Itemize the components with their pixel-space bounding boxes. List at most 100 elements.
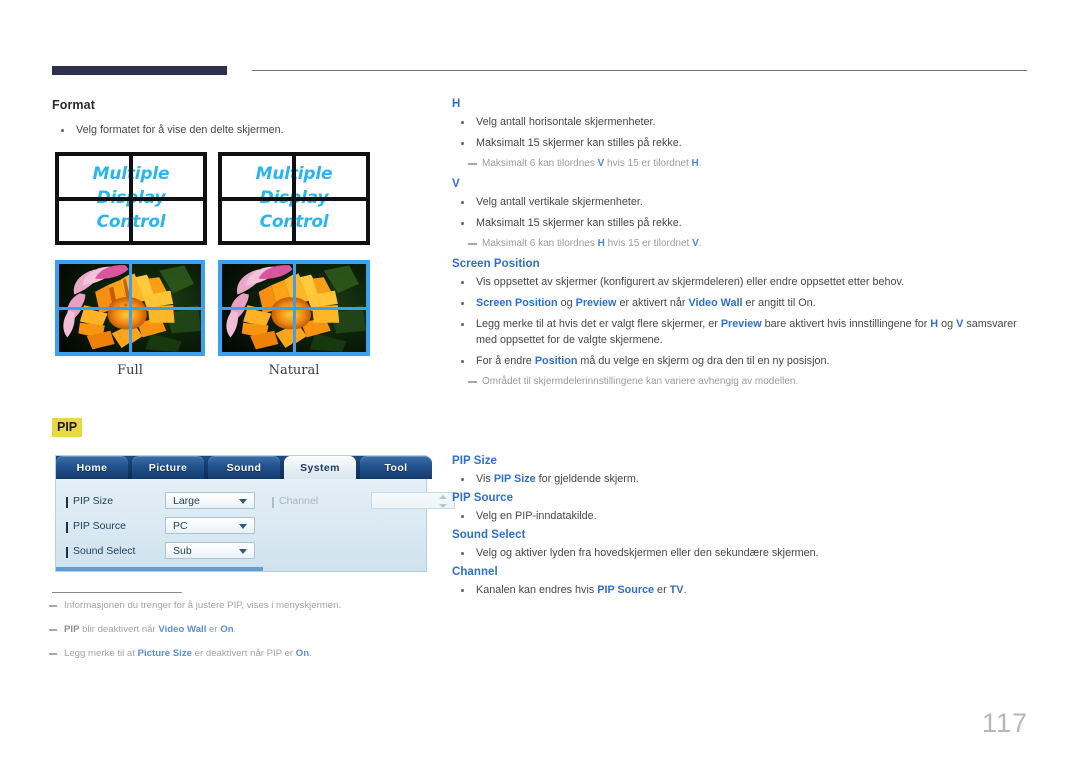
subsection-heading: Channel [452, 566, 498, 578]
chevron-up-icon [439, 495, 447, 499]
term-highlight: On [220, 624, 234, 635]
footnote-list: Informasjonen du trenger for å justere P… [44, 599, 444, 671]
note-line: Området til skjermdelerinnstillingene ka… [452, 374, 1030, 389]
osd-tab-home[interactable]: Home [56, 456, 128, 479]
header-rule [52, 66, 1027, 75]
osd-row-pip-source: PIP Source PC [66, 513, 262, 538]
osd-tab-picture[interactable]: Picture [132, 456, 204, 479]
term-highlight: Preview [575, 297, 617, 309]
pip-section-badge: PIP [52, 418, 83, 437]
osd-value-pip-size: Large [173, 494, 200, 507]
preview-photo-full [55, 260, 205, 356]
photo-cell [222, 309, 293, 352]
preview-photo-natural [218, 260, 370, 356]
subsection-heading: PIP Size [452, 455, 497, 467]
term-highlight: H [597, 238, 605, 249]
osd-tab-sound[interactable]: Sound [208, 456, 280, 479]
page-number: 117 [981, 708, 1028, 738]
right-column-upper: H Velg antall horisontale skjermenheter. M… [452, 98, 1030, 396]
flower-art [59, 309, 129, 352]
flower-art [131, 309, 201, 352]
term-highlight: H [930, 318, 939, 330]
bullet-item: Velg en PIP-inndatakilde. [452, 508, 1030, 524]
osd-value-sound-select: Sub [173, 544, 192, 557]
flower-art [222, 309, 293, 352]
osd-label-pip-source: PIP Source [66, 520, 165, 533]
osd-tab-system[interactable]: System [284, 456, 356, 479]
right-column-lower: PIP Size Vis PIP Size for gjeldende skjer… [452, 455, 1030, 603]
osd-row-channel: Channel [272, 488, 455, 513]
photo-cell [131, 309, 201, 352]
photo-cell [295, 309, 366, 352]
footnote-separator [52, 592, 182, 593]
header-color-block [52, 66, 227, 75]
footnote-item: Legg merke til at Picture Size er deakti… [44, 647, 444, 661]
subsection-heading: PIP Source [452, 492, 514, 504]
note-line: Maksimalt 6 kan tilordnes V hvis 15 er t… [452, 156, 1030, 171]
video-wall-diagram: MultipleDisplayControl MultipleDisplayCo… [52, 150, 442, 395]
flower-art [59, 264, 129, 307]
chevron-down-icon [239, 549, 247, 554]
flower-art [131, 264, 201, 307]
bullet-item: Velg antall horisontale skjermenheter. [452, 114, 1030, 130]
term-highlight: PIP Size [493, 473, 536, 485]
osd-right-pane: Channel [262, 479, 455, 571]
bullet-item: Legg merke til at hvis det er valgt fler… [452, 316, 1030, 348]
osd-select-sound-select[interactable]: Sub [165, 542, 255, 559]
wall-divider-horizontal [59, 196, 203, 201]
emphasis: PIP [64, 624, 80, 635]
osd-select-pip-size[interactable]: Large [165, 492, 255, 509]
term-highlight: On [295, 648, 310, 659]
term-highlight: V [597, 158, 605, 169]
photo-cell [59, 309, 129, 352]
bullet-item: Screen Position og Preview er aktivert n… [452, 295, 1030, 311]
footnote-item: Informasjonen du trenger for å justere P… [44, 599, 444, 613]
wall-box-full: MultipleDisplayControl [55, 152, 207, 245]
stepper-arrows-icon [439, 495, 448, 508]
osd-progress-bar [56, 567, 426, 571]
left-column: Format Velg formatet for å vise den delt… [52, 98, 437, 143]
osd-select-pip-source[interactable]: PC [165, 517, 255, 534]
term-highlight: Screen Position [476, 297, 558, 309]
osd-body: PIP Size Large PIP Source PC Sound Selec… [56, 479, 455, 571]
term-highlight: Position [534, 355, 578, 367]
photo-grid [222, 264, 366, 352]
osd-left-pane: PIP Size Large PIP Source PC Sound Selec… [56, 479, 262, 571]
flower-art [295, 264, 366, 307]
photo-grid [59, 264, 201, 352]
photo-cell [59, 264, 129, 307]
osd-row-pip-size: PIP Size Large [66, 488, 262, 513]
term-highlight: Picture Size [137, 648, 192, 659]
osd-value-pip-source: PC [173, 519, 188, 532]
subsection-heading: Screen Position [452, 258, 540, 270]
bullet-item: Vis PIP Size for gjeldende skjerm. [452, 471, 1030, 487]
osd-label-sound-select: Sound Select [66, 545, 165, 558]
term-highlight: V [692, 238, 699, 249]
photo-cell [295, 264, 366, 307]
wall-divider-horizontal [222, 196, 366, 201]
osd-stepper-channel[interactable] [371, 492, 455, 509]
term-highlight: Preview [720, 318, 762, 330]
osd-menu-screenshot: Home Picture Sound System Tool PIP Size … [55, 455, 455, 572]
subsection-heading: H [452, 98, 461, 110]
photo-cell [222, 264, 293, 307]
osd-tab-tool[interactable]: Tool [360, 456, 432, 479]
osd-label-pip-size: PIP Size [66, 495, 165, 508]
term-highlight: Video Wall [158, 624, 207, 635]
bullet-item: Velg og aktiver lyden fra hovedskjermen … [452, 545, 1030, 561]
photo-cell [131, 264, 201, 307]
chevron-down-icon [439, 504, 447, 508]
term-highlight: TV [669, 584, 684, 596]
term-highlight: Video Wall [688, 297, 743, 309]
bullet-item: Maksimalt 15 skjermer kan stilles på rek… [452, 135, 1030, 151]
osd-tab-bar: Home Picture Sound System Tool [56, 456, 432, 479]
flower-art [222, 264, 293, 307]
term-highlight: PIP Source [597, 584, 655, 596]
footnote-item: PIP blir deaktivert når Video Wall er On… [44, 623, 444, 637]
flower-art [295, 309, 366, 352]
osd-row-sound-select: Sound Select Sub [66, 538, 262, 563]
osd-label-channel: Channel [272, 495, 371, 508]
bullet-item: Vis oppsettet av skjermer (konfigurert a… [452, 274, 1030, 290]
bullet-item: Maksimalt 15 skjermer kan stilles på rek… [452, 215, 1030, 231]
wall-box-natural: MultipleDisplayControl [218, 152, 370, 245]
